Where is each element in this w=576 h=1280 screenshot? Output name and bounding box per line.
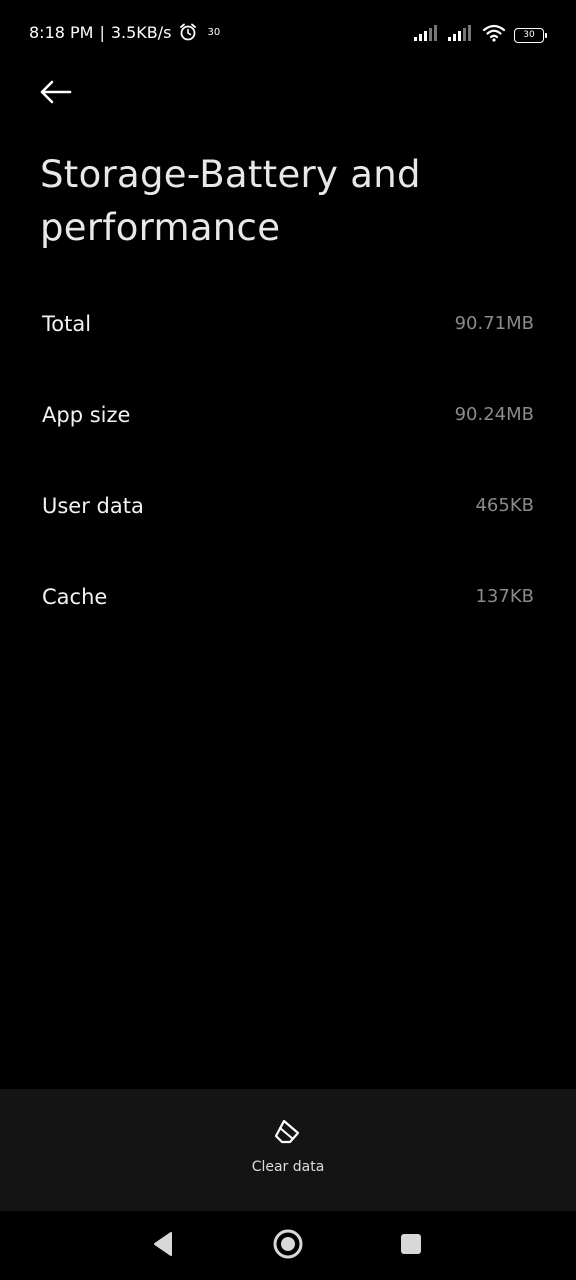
- eraser-icon: [272, 1117, 304, 1151]
- row-value: 90.71MB: [454, 313, 534, 334]
- row-label: App size: [42, 402, 131, 427]
- home-circle-icon: [272, 1228, 304, 1264]
- row-value: 465KB: [475, 495, 534, 516]
- storage-row-app-size: App size 90.24MB: [0, 369, 576, 460]
- nav-home-button[interactable]: [271, 1229, 305, 1263]
- signal-icon: [414, 25, 440, 45]
- alarm-icon: [178, 22, 198, 42]
- arrow-left-icon: [38, 80, 72, 108]
- status-right: 30: [414, 24, 547, 46]
- page-title: Storage-Battery and performance: [40, 153, 421, 249]
- storage-list: Total 90.71MB App size 90.24MB User data…: [0, 278, 576, 642]
- wifi-icon: [482, 24, 506, 46]
- status-separator: |: [99, 22, 105, 42]
- clear-data-button[interactable]: Clear data: [238, 1117, 338, 1183]
- row-value: 137KB: [475, 586, 534, 607]
- status-time: 8:18 PM: [29, 22, 94, 42]
- battery-icon: 30: [514, 27, 547, 43]
- storage-row-total: Total 90.71MB: [0, 278, 576, 369]
- status-bar: 8:18 PM | 3.5KB/s 30 30: [0, 0, 576, 68]
- row-value: 90.24MB: [454, 404, 534, 425]
- row-label: User data: [42, 493, 144, 518]
- network-speed: 3.5KB/s: [110, 22, 172, 42]
- clear-data-label: Clear data: [251, 1159, 325, 1175]
- back-triangle-icon: [151, 1231, 175, 1261]
- nav-back-button[interactable]: [146, 1229, 180, 1263]
- status-left: 8:18 PM | 3.5KB/s 30: [29, 22, 220, 42]
- row-label: Cache: [42, 584, 108, 609]
- recents-square-icon: [399, 1232, 423, 1260]
- battery-level: 30: [523, 30, 535, 40]
- storage-row-user-data: User data 465KB: [0, 460, 576, 551]
- action-bar: Clear data: [0, 1089, 576, 1211]
- notification-count: 30: [207, 26, 221, 38]
- signal-icon: [448, 25, 474, 45]
- storage-row-cache: Cache 137KB: [0, 551, 576, 642]
- nav-recents-button[interactable]: [394, 1229, 428, 1263]
- back-button[interactable]: [38, 76, 82, 112]
- row-label: Total: [42, 311, 92, 336]
- navigation-bar: [0, 1211, 576, 1280]
